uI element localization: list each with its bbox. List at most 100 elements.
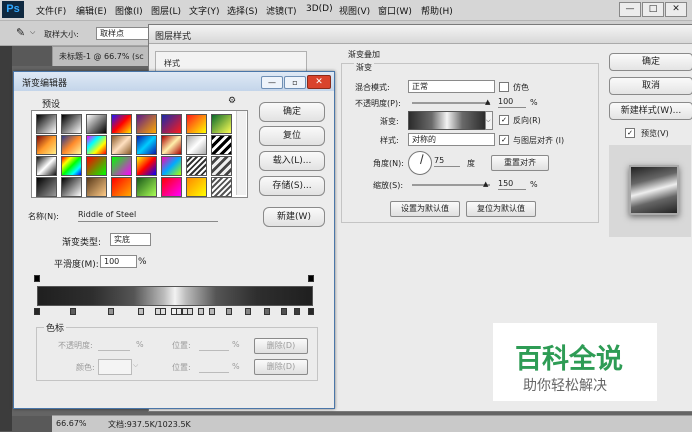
blend-mode-select[interactable]: 正常 (408, 80, 495, 93)
gradient-preset-swatch[interactable] (86, 114, 107, 134)
reverse-checkbox[interactable]: ✓ (499, 115, 509, 125)
style-select[interactable]: 对称的 (408, 133, 495, 146)
reset-button[interactable]: 复位 (259, 126, 325, 146)
align-with-layer-checkbox[interactable]: ✓ (499, 135, 509, 145)
dither-checkbox[interactable] (499, 82, 509, 92)
angle-input[interactable]: 75 (434, 156, 460, 167)
sample-size-select[interactable]: 取样点 (96, 27, 153, 40)
gradient-preset-swatch[interactable] (136, 156, 157, 176)
name-input[interactable]: Riddle of Steel (78, 209, 218, 222)
color-stop[interactable] (107, 308, 114, 315)
zoom-level[interactable]: 66.67% (56, 419, 87, 428)
layer-style-titlebar[interactable]: 图层样式 (149, 25, 692, 44)
gradient-preset-swatch[interactable] (186, 156, 207, 176)
delete-color-stop-button[interactable]: 删除(D) (254, 359, 308, 375)
scale-slider[interactable] (412, 184, 490, 186)
menu-layer[interactable]: 图层(L) (151, 4, 181, 17)
color-stop[interactable] (209, 308, 216, 315)
gradient-preset-swatch[interactable] (136, 135, 157, 155)
close-icon[interactable]: ✕ (307, 75, 331, 89)
gradient-preset-swatch[interactable] (111, 135, 132, 155)
gradient-preset-swatch[interactable] (36, 114, 57, 134)
gradient-bar[interactable] (37, 286, 313, 306)
color-stop[interactable] (225, 308, 232, 315)
opacity-stop[interactable] (308, 275, 314, 282)
gradient-preset-swatch[interactable] (111, 114, 132, 134)
gradient-preset-swatch[interactable] (111, 156, 132, 176)
presets-scrollbar[interactable] (236, 111, 246, 195)
gear-icon[interactable]: ⚙ (228, 96, 236, 106)
eyedropper-icon[interactable]: ✎ (16, 26, 25, 39)
delete-opacity-stop-button[interactable]: 删除(D) (254, 338, 308, 354)
color-stop[interactable] (198, 308, 205, 315)
gradient-type-select[interactable]: 实底 (110, 233, 151, 246)
maximize-button[interactable]: □ (642, 2, 664, 17)
menu-help[interactable]: 帮助(H) (421, 4, 453, 17)
gradient-preset-swatch[interactable] (86, 177, 107, 197)
chevron-down-icon[interactable]: ⌵ (30, 28, 35, 37)
gradient-preset-swatch[interactable] (36, 135, 57, 155)
gradient-preset-swatch[interactable] (136, 177, 157, 197)
gradient-preset-swatch[interactable] (211, 114, 232, 134)
minimize-icon[interactable]: — (261, 76, 283, 89)
color-stop[interactable] (294, 308, 301, 315)
scale-input[interactable]: 150 (498, 179, 526, 190)
color-stop[interactable] (69, 308, 76, 315)
ok-button[interactable]: 确定 (609, 53, 692, 71)
ok-button[interactable]: 确定 (259, 102, 325, 122)
set-default-button[interactable]: 设置为默认值 (390, 201, 460, 217)
gradient-preset-swatch[interactable] (186, 114, 207, 134)
opacity-input[interactable]: 100 (498, 97, 526, 108)
scale-slider-handle[interactable]: ▲ (483, 180, 488, 188)
load-button[interactable]: 载入(L)... (259, 151, 325, 171)
minimize-button[interactable]: — (619, 2, 641, 17)
gradient-preset-swatch[interactable] (61, 114, 82, 134)
angle-dial[interactable] (408, 151, 432, 175)
gradient-preview[interactable] (408, 111, 486, 130)
gradient-preset-swatch[interactable] (36, 177, 57, 197)
gradient-editor-titlebar[interactable]: 渐变编辑器 — ▫ ✕ (14, 72, 334, 91)
new-style-button[interactable]: 新建样式(W)... (609, 102, 692, 120)
menu-filter[interactable]: 滤镜(T) (266, 4, 297, 17)
gradient-preset-swatch[interactable] (161, 114, 182, 134)
color-stop[interactable] (308, 308, 314, 315)
gradient-preset-swatch[interactable] (111, 177, 132, 197)
color-stop[interactable] (34, 308, 40, 315)
gradient-preset-swatch[interactable] (161, 177, 182, 197)
preview-checkbox[interactable]: ✓ (625, 128, 635, 138)
stop-opacity-input[interactable] (98, 340, 130, 351)
gradient-preset-swatch[interactable] (36, 156, 57, 176)
chevron-down-icon[interactable]: ⌵ (485, 111, 493, 130)
reset-alignment-button[interactable]: 重置对齐 (491, 155, 549, 171)
gradient-preset-swatch[interactable] (86, 135, 107, 155)
color-stop[interactable] (160, 308, 167, 315)
save-button[interactable]: 存储(S)... (259, 176, 325, 196)
gradient-preset-swatch[interactable] (61, 177, 82, 197)
color-stop[interactable] (138, 308, 145, 315)
stop-location-input[interactable] (199, 340, 229, 351)
new-button[interactable]: 新建(W) (263, 207, 325, 227)
menu-image[interactable]: 图像(I) (115, 4, 143, 17)
opacity-stop[interactable] (34, 275, 40, 282)
gradient-preset-swatch[interactable] (61, 156, 82, 176)
stop-color-swatch[interactable] (98, 359, 132, 375)
close-button[interactable]: ✕ (665, 2, 687, 17)
gradient-preset-swatch[interactable] (186, 177, 207, 197)
chevron-down-icon[interactable]: ⌵ (133, 361, 138, 370)
restore-icon[interactable]: ▫ (284, 76, 306, 89)
menu-3d[interactable]: 3D(D) (306, 4, 333, 14)
gradient-preset-swatch[interactable] (211, 156, 232, 176)
menu-file[interactable]: 文件(F) (36, 4, 66, 17)
gradient-preset-swatch[interactable] (61, 135, 82, 155)
color-stop[interactable] (280, 308, 287, 315)
menu-edit[interactable]: 编辑(E) (76, 4, 107, 17)
menu-window[interactable]: 窗口(W) (378, 4, 412, 17)
document-tab[interactable]: 未标题-1 @ 66.7% (sc (52, 46, 156, 68)
menu-select[interactable]: 选择(S) (227, 4, 258, 17)
gradient-preset-swatch[interactable] (211, 177, 232, 197)
gradient-preset-swatch[interactable] (211, 135, 232, 155)
cancel-button[interactable]: 取消 (609, 77, 692, 95)
color-stop[interactable] (244, 308, 251, 315)
gradient-preset-swatch[interactable] (86, 156, 107, 176)
reset-default-button[interactable]: 复位为默认值 (466, 201, 536, 217)
